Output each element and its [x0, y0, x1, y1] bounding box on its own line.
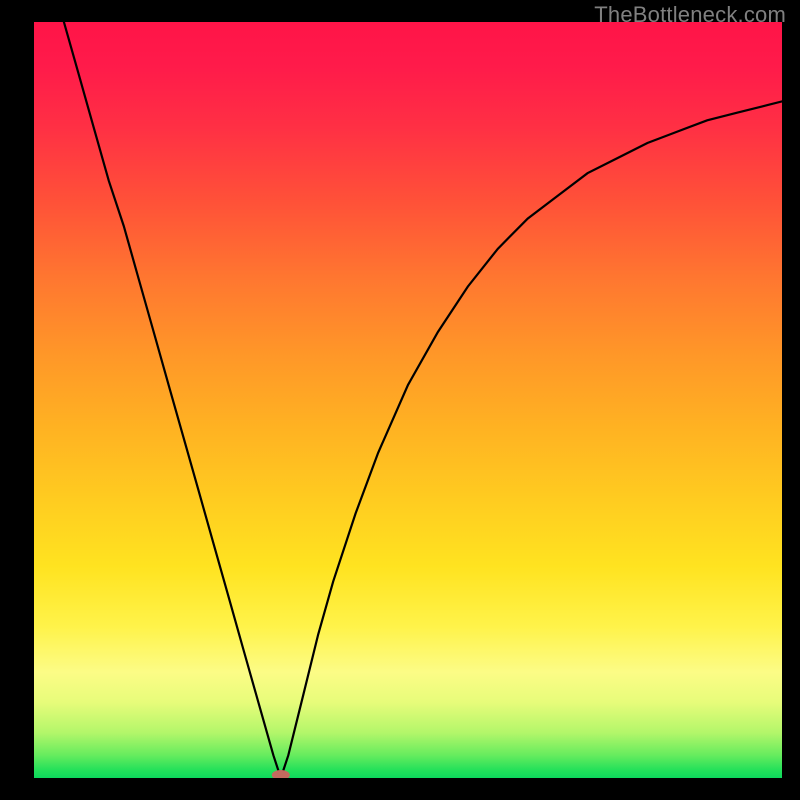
chart-plot-area — [34, 22, 782, 778]
outer-frame: TheBottleneck.com — [0, 0, 800, 800]
chart-svg — [34, 22, 782, 778]
optimum-marker — [272, 770, 290, 778]
bottleneck-curve — [64, 22, 782, 778]
